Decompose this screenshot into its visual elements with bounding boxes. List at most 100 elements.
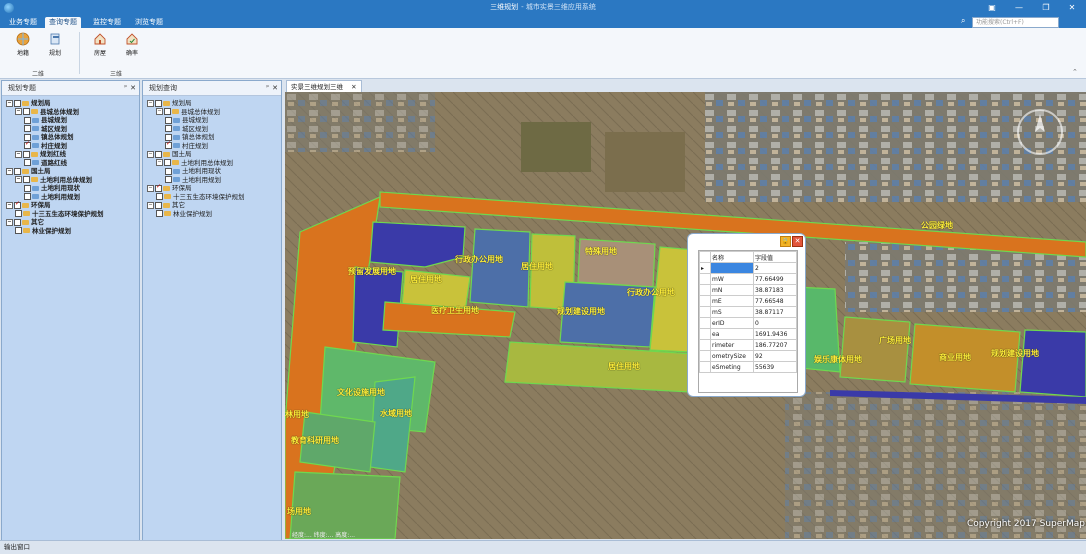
tree-checkbox[interactable] [165, 125, 172, 132]
tree-node[interactable]: 林业保护规划 [15, 227, 71, 235]
tab-business[interactable]: 业务专题 [5, 17, 41, 28]
tree-node[interactable]: − 其它 [147, 201, 185, 209]
tree-checkbox[interactable] [24, 193, 31, 200]
tree-checkbox[interactable] [23, 150, 30, 158]
tree-node[interactable]: 县城规划 [165, 116, 208, 124]
tree-checkbox[interactable] [23, 176, 30, 183]
tree-checkbox[interactable] [164, 159, 171, 166]
restore-layout-icon[interactable]: ▣ [978, 0, 1006, 16]
tree-checkbox[interactable] [165, 167, 172, 175]
table-row[interactable]: ometrySize 92 [699, 350, 797, 362]
tree-node[interactable]: 十三五生态环境保护规划 [15, 210, 104, 218]
tree-node[interactable]: 道路红线 [24, 159, 67, 167]
tree-checkbox[interactable] [14, 99, 21, 107]
tree-node[interactable]: 村庄规划 [165, 140, 208, 150]
tree-checkbox[interactable] [14, 218, 21, 226]
tree-node[interactable]: − 国土局 [147, 150, 192, 158]
close-tab-icon[interactable]: ✕ [351, 83, 356, 91]
expander-icon[interactable]: − [156, 108, 163, 115]
expander-icon[interactable]: − [147, 201, 154, 209]
tree-checkbox[interactable] [164, 108, 171, 115]
tree-checkbox[interactable] [15, 227, 22, 234]
tree-checkbox[interactable] [165, 116, 172, 124]
tree-node[interactable]: − 国土局 [6, 167, 51, 175]
pin-icon[interactable]: ᵖ [124, 81, 127, 95]
tree-checkbox[interactable] [155, 201, 162, 209]
row-selector[interactable] [699, 306, 711, 318]
output-window-tab[interactable]: 输出窗口 [4, 543, 30, 551]
tree-node[interactable]: 县城规划 [24, 116, 67, 124]
row-selector[interactable] [699, 317, 711, 329]
tree-node[interactable]: 城区规划 [24, 125, 67, 133]
tree-node[interactable]: 城区规划 [165, 125, 208, 133]
cadastre-button[interactable]: 地籍 [12, 32, 34, 57]
maximize-button[interactable]: ❐ [1032, 0, 1060, 16]
tree-checkbox[interactable] [14, 200, 21, 209]
tree-checkbox[interactable] [156, 210, 163, 217]
tree-node[interactable]: 十三五生态环境保护规划 [156, 193, 245, 201]
close-panel-icon[interactable]: ✕ [130, 81, 136, 95]
tree-node[interactable]: 土地利用现状 [24, 184, 80, 192]
table-row[interactable]: eSmeting 55639 [699, 361, 797, 373]
tree-node[interactable]: − 规划局 [6, 99, 51, 107]
accuracy-button[interactable]: 确率 [121, 32, 143, 57]
search-icon[interactable]: ⌕ [961, 16, 965, 26]
table-row[interactable]: erID 0 [699, 317, 797, 329]
attribute-popup[interactable]: 🔒 ✕ 名称 字段值 ▸ 2 mW 77.66499 mN 38.87183 mE 77.66… [687, 233, 806, 397]
row-selector[interactable] [699, 328, 711, 340]
expander-icon[interactable]: − [15, 108, 22, 115]
table-row[interactable]: ea 1691.9436 [699, 328, 797, 340]
row-selector[interactable] [699, 295, 711, 307]
row-selector[interactable] [699, 284, 711, 296]
tree-node[interactable]: − 其它 [6, 218, 44, 226]
expander-icon[interactable]: − [15, 150, 22, 158]
table-row[interactable]: ▸ 2 [699, 262, 797, 274]
planning-button[interactable]: 规划 [44, 32, 66, 57]
tree-checkbox[interactable] [24, 125, 31, 132]
expander-icon[interactable]: − [156, 159, 163, 166]
3d-map-view[interactable]: 公园绿地 行政办公用地 居住用地 特殊用地 预留发展用地 居住用地 医疗卫生用地… [285, 92, 1086, 539]
tree-node[interactable]: 土地利用规划 [165, 176, 221, 184]
table-row[interactable]: mE 77.66548 [699, 295, 797, 307]
expander-icon[interactable]: − [147, 150, 154, 158]
table-row[interactable]: mW 77.66499 [699, 273, 797, 285]
tree-node[interactable]: 林业保护规划 [156, 210, 212, 218]
collapse-ribbon-icon[interactable]: ⌃ [1072, 68, 1078, 76]
tree-node[interactable]: 镇总体规划 [165, 133, 215, 141]
tree-node[interactable]: − 县城总体规划 [15, 108, 79, 116]
row-selector[interactable] [699, 273, 711, 285]
tree-checkbox[interactable] [155, 150, 162, 158]
expander-icon[interactable]: − [147, 99, 154, 107]
tree-node[interactable]: − 土地利用总体规划 [156, 159, 233, 167]
expander-icon[interactable]: − [6, 201, 13, 209]
expander-icon[interactable]: − [6, 167, 13, 175]
tree-checkbox[interactable] [165, 140, 172, 149]
tree-checkbox[interactable] [15, 210, 22, 217]
tree-node[interactable]: − 土地利用总体规划 [15, 176, 92, 184]
minimize-button[interactable]: — [1005, 0, 1033, 16]
tree-node[interactable]: 村庄规划 [24, 140, 67, 150]
tree-checkbox[interactable] [24, 159, 31, 166]
tree-node[interactable]: 土地利用规划 [24, 193, 80, 201]
close-panel-icon[interactable]: ✕ [272, 81, 278, 95]
tree-checkbox[interactable] [14, 167, 21, 175]
expander-icon[interactable]: − [6, 99, 13, 107]
row-selector[interactable] [699, 361, 711, 373]
tab-query[interactable]: 查询专题 [45, 17, 81, 28]
tree-checkbox[interactable] [24, 116, 31, 124]
tree-node[interactable]: − 规划红线 [15, 150, 66, 158]
tab-browse[interactable]: 浏览专题 [131, 17, 167, 28]
lock-icon[interactable]: 🔒 [780, 236, 791, 247]
tree-checkbox[interactable] [165, 176, 172, 183]
row-selector[interactable] [699, 339, 711, 351]
tree-node[interactable]: − 环保局 [6, 200, 51, 209]
function-search-input[interactable]: 功能搜索(Ctrl+F) [972, 17, 1059, 28]
close-popup-icon[interactable]: ✕ [792, 236, 803, 247]
close-button[interactable]: ✕ [1058, 0, 1086, 16]
table-row[interactable]: mS 38.87117 [699, 306, 797, 318]
row-selector[interactable] [699, 350, 711, 362]
tree-node[interactable]: − 规划局 [147, 99, 192, 107]
tree-checkbox[interactable] [156, 193, 163, 200]
expander-icon[interactable]: − [6, 218, 13, 226]
pin-icon[interactable]: ᵖ [266, 81, 269, 95]
